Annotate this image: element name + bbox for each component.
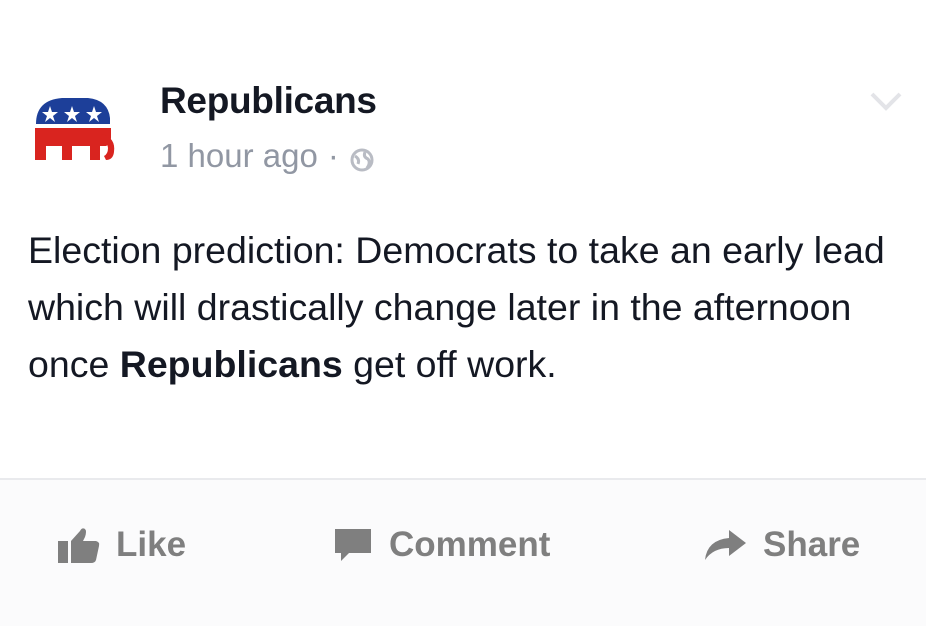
page-name-link[interactable]: Republicans [160, 80, 377, 122]
page-avatar-elephant-logo[interactable] [30, 90, 116, 170]
post-body-text: Election prediction: Democrats to take a… [28, 222, 908, 393]
comment-label: Comment [389, 525, 551, 564]
post-action-bar: Like Comment Share [0, 480, 926, 626]
post-body-part-3: get off work. [342, 343, 557, 385]
meta-separator: · [327, 137, 339, 174]
post-header: Republicans 1 hour ago · [0, 0, 926, 200]
like-button[interactable]: Like [58, 520, 186, 570]
post-meta: 1 hour ago · [160, 137, 375, 175]
share-label: Share [763, 525, 861, 564]
post-options-chevron-icon[interactable] [868, 88, 904, 114]
comment-bubble-icon [335, 529, 371, 561]
share-button[interactable]: Share [703, 520, 860, 570]
share-arrow-icon [705, 530, 746, 560]
like-label: Like [116, 525, 187, 564]
facebook-post-card: Republicans 1 hour ago · Election predic… [0, 0, 926, 626]
post-body-mention: Republicans [119, 343, 343, 385]
thumbs-up-icon [58, 528, 100, 563]
globe-icon [349, 143, 375, 172]
post-timestamp[interactable]: 1 hour ago [160, 137, 318, 175]
comment-button[interactable]: Comment [333, 520, 550, 570]
